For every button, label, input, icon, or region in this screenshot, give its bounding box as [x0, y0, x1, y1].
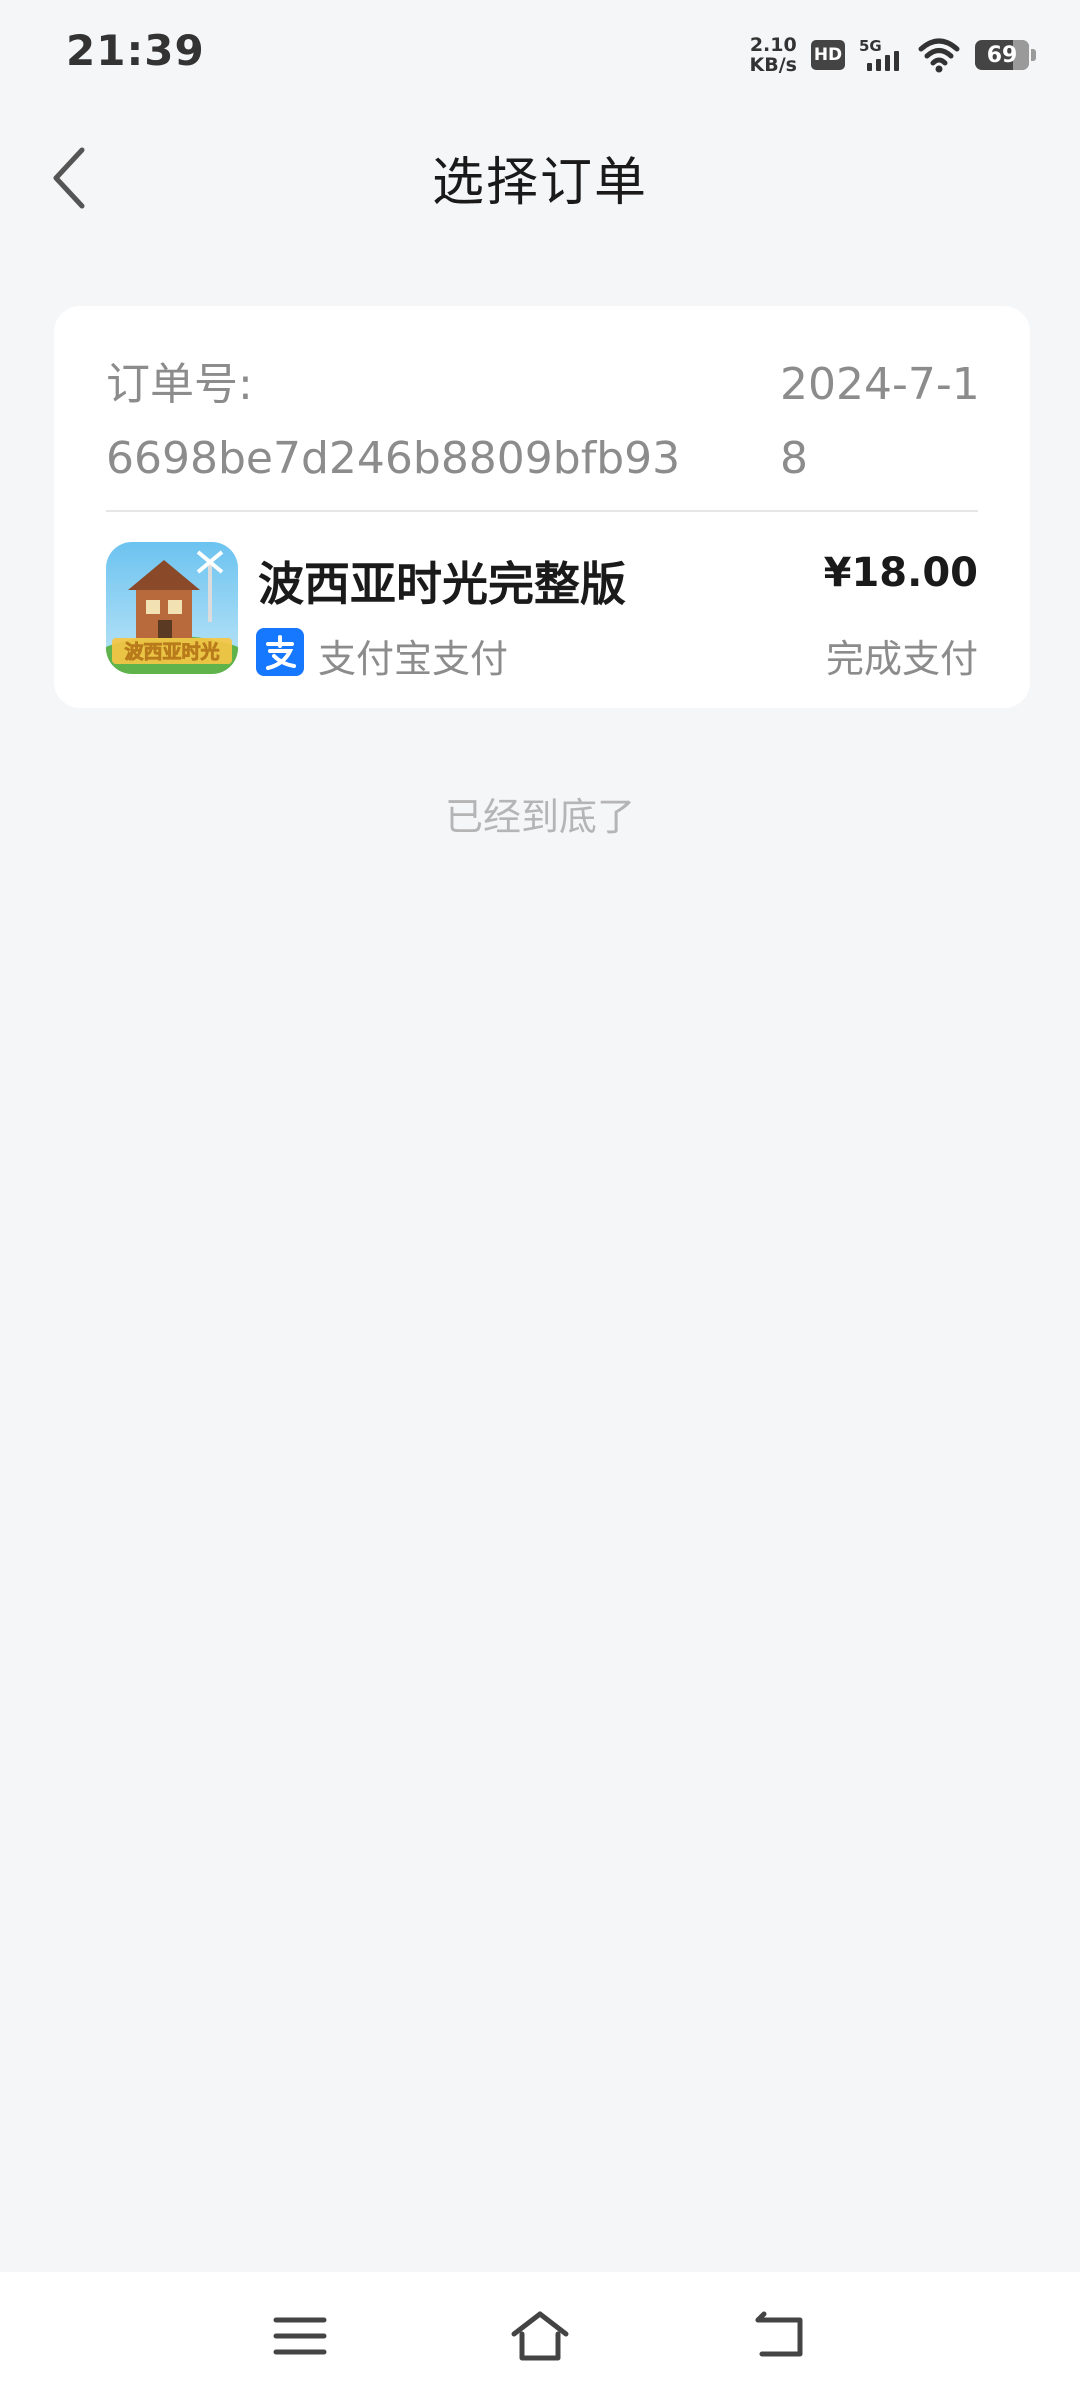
network-speed-unit: KB/s	[749, 54, 797, 76]
header: 选择订单	[0, 120, 1080, 230]
payment-method: 支付宝支付	[318, 637, 509, 681]
screen: 21:39 2.10 KB/s HD 5G 69 选择订单 订单号: 6698b…	[0, 0, 1080, 2400]
cellular-signal-icon: 5G	[859, 37, 903, 73]
home-button[interactable]	[500, 2296, 580, 2376]
list-end-text: 已经到底了	[444, 795, 635, 839]
product-name: 波西亚时光完整版	[258, 557, 626, 611]
hd-icon: HD	[811, 40, 845, 70]
system-back-button[interactable]	[740, 2296, 820, 2376]
network-speed: 2.10 KB/s	[750, 35, 797, 75]
order-id: 订单号: 6698be7d246b8809bfb93	[106, 348, 726, 496]
battery-icon: 69	[975, 40, 1036, 70]
status-time: 21:39	[66, 26, 205, 75]
home-icon	[511, 2311, 569, 2361]
order-card[interactable]: 订单号: 6698be7d246b8809bfb93 2024-7-18 波西亚…	[54, 306, 1030, 708]
page-title: 选择订单	[431, 153, 648, 213]
network-speed-value: 2.10	[749, 34, 797, 56]
status-icons: 2.10 KB/s HD 5G 69	[750, 30, 1036, 80]
divider	[106, 510, 978, 512]
return-icon	[755, 2311, 803, 2357]
system-nav-bar	[0, 2272, 1080, 2400]
wifi-icon	[918, 38, 960, 73]
order-id-label: 订单号:	[106, 359, 253, 410]
status-bar: 21:39 2.10 KB/s HD 5G 69	[0, 0, 1080, 110]
game-app-icon: 波西亚时光	[106, 542, 238, 674]
alipay-icon	[256, 628, 304, 676]
menu-icon	[273, 2317, 327, 2355]
order-id-value: 6698be7d246b8809bfb93	[106, 433, 681, 484]
battery-level: 69	[986, 42, 1018, 68]
icon-text: 波西亚时光	[124, 640, 219, 663]
order-price: ¥18.00	[823, 550, 978, 596]
recent-apps-button[interactable]	[260, 2296, 340, 2376]
payment-status: 完成支付	[825, 637, 978, 681]
order-date: 2024-7-18	[780, 359, 980, 484]
